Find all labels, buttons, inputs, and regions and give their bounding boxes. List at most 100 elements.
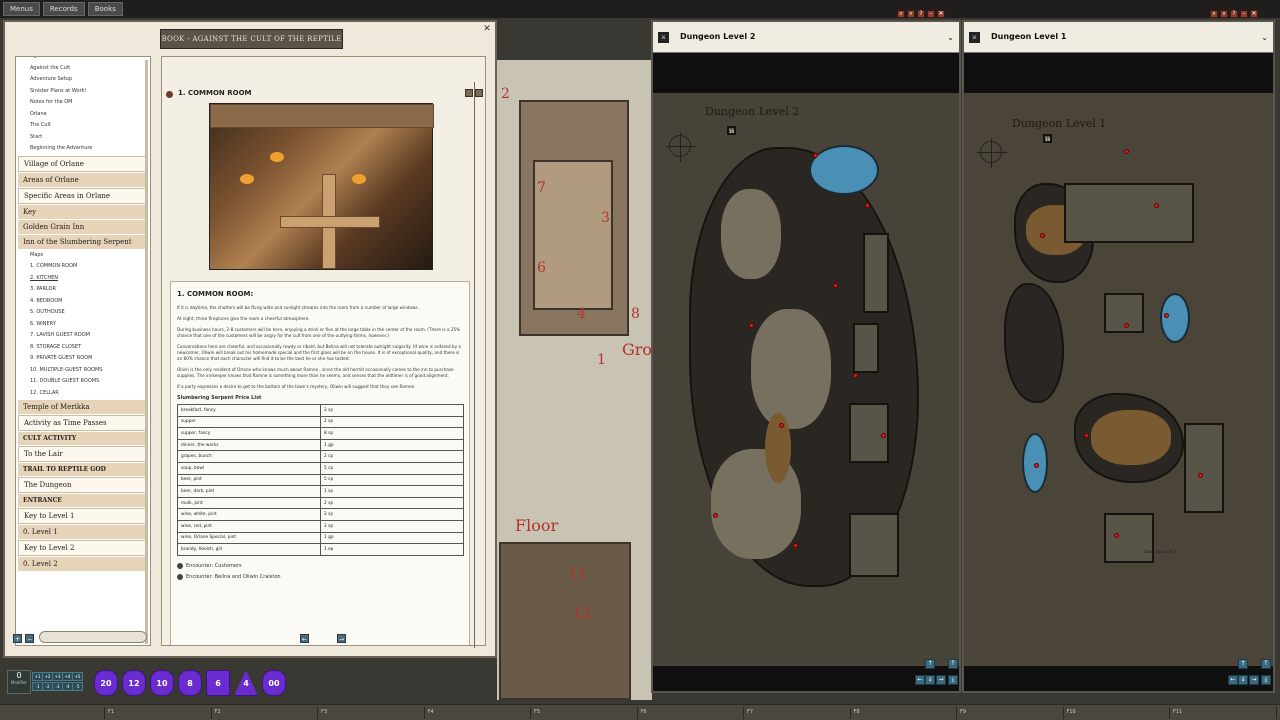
toc-item[interactable]: 11. DOUBLE GUEST ROOMS bbox=[16, 376, 150, 388]
modifier-button[interactable]: -5 bbox=[72, 682, 83, 691]
hotkey-slot[interactable] bbox=[743, 707, 744, 719]
toc-item[interactable]: The Cult bbox=[16, 120, 150, 132]
toc-item[interactable]: TRAIL TO REPTILE GOD bbox=[18, 463, 148, 476]
layer-up-button[interactable]: ⤒ bbox=[1261, 659, 1271, 669]
hotkey-slot[interactable] bbox=[530, 707, 531, 719]
pan-down-button[interactable]: ↓ bbox=[925, 675, 935, 685]
toc-item[interactable]: 10. MULTIPLE-GUEST ROOMS bbox=[16, 365, 150, 377]
toc-item[interactable]: The Dungeon bbox=[18, 477, 148, 493]
hotkey-slot[interactable] bbox=[317, 707, 318, 719]
toc-item[interactable]: To the Lair bbox=[18, 446, 148, 462]
toc-item[interactable]: 6. WINERY bbox=[16, 319, 150, 331]
toc-item[interactable]: Key to Level 2 bbox=[18, 540, 148, 556]
toc-item[interactable]: Specific Areas in Orlane bbox=[18, 187, 148, 204]
dungeon-level-1-map[interactable]: Dungeon Level 1 19 Down to Level 2 bbox=[964, 93, 1273, 666]
next-page-button[interactable]: → bbox=[337, 634, 346, 643]
toc-item[interactable]: Golden Grain Inn bbox=[18, 219, 148, 234]
toc-item[interactable]: Maps bbox=[16, 250, 150, 262]
minimize-icon[interactable]: – bbox=[927, 10, 935, 18]
close-icon[interactable]: ✕ bbox=[482, 24, 492, 34]
toc-item[interactable]: Orlane bbox=[16, 109, 150, 121]
hotkey-slot[interactable] bbox=[1062, 707, 1064, 719]
prev-page-button[interactable]: ← bbox=[300, 634, 309, 643]
help-icon[interactable]: ? bbox=[1230, 10, 1238, 18]
toc-item[interactable]: 1. COMMON ROOM bbox=[16, 261, 150, 273]
toc-item[interactable]: Against the Cult bbox=[16, 63, 150, 75]
hotkey-slot[interactable] bbox=[210, 707, 212, 719]
pan-left-button[interactable]: ← bbox=[1228, 675, 1238, 685]
window-menu-icon[interactable]: ⌄ bbox=[1261, 33, 1268, 42]
d20-die-icon[interactable]: 20 bbox=[94, 670, 118, 696]
toc-item[interactable]: Key to Level 1 bbox=[18, 508, 148, 524]
pan-right-button[interactable]: → bbox=[936, 675, 946, 685]
pan-down-button[interactable]: ↓ bbox=[1238, 675, 1248, 685]
toc-item[interactable]: 7. LAVISH GUEST ROOM bbox=[16, 330, 150, 342]
hotkey-slot[interactable] bbox=[1275, 707, 1277, 719]
toc-item[interactable]: Inn of the Slumbering Serpent bbox=[18, 234, 148, 249]
hotkey-slot[interactable] bbox=[1169, 707, 1170, 719]
d10-die-icon[interactable]: 10 bbox=[150, 670, 174, 696]
close-icon[interactable]: ✕ bbox=[1250, 10, 1258, 18]
toc-search-input[interactable] bbox=[39, 631, 147, 643]
pan-right-button[interactable]: → bbox=[1249, 675, 1259, 685]
window-menu-icon[interactable]: ⌄ bbox=[947, 33, 954, 42]
collapse-all-button[interactable]: − bbox=[25, 634, 34, 643]
modifier-box[interactable]: 0 Modifier bbox=[7, 670, 31, 694]
layer-down-button[interactable]: ⤓ bbox=[1261, 675, 1271, 685]
toc-item[interactable]: 9. PRIVATE GUEST ROOM bbox=[16, 353, 150, 365]
background-map[interactable]: Floor Gro 2 1 3 4 6 7 8 11 12 bbox=[497, 60, 652, 700]
toc-item[interactable]: Village of Orlane bbox=[18, 155, 148, 172]
expand-all-button[interactable]: + bbox=[13, 634, 22, 643]
modifier-button[interactable]: +5 bbox=[72, 672, 83, 681]
books-button[interactable]: Books bbox=[87, 2, 123, 16]
d6-die-icon[interactable]: 6 bbox=[206, 670, 230, 696]
help-icon[interactable]: ? bbox=[917, 10, 925, 18]
records-button[interactable]: Records bbox=[42, 2, 85, 16]
toc-item[interactable]: 5. OUTHOUSE bbox=[16, 307, 150, 319]
hotkey-slot[interactable] bbox=[423, 707, 425, 719]
toc-item[interactable]: 2. KITCHEN bbox=[16, 273, 150, 285]
share-icon[interactable]: ⌕ bbox=[1220, 10, 1228, 18]
minimize-icon[interactable]: – bbox=[1240, 10, 1248, 18]
toc-item[interactable]: Areas of Orlane bbox=[18, 172, 148, 187]
toc-item[interactable]: 0. Level 2 bbox=[18, 557, 148, 571]
toc-item[interactable]: 12. CELLAR bbox=[16, 388, 150, 400]
pan-left-button[interactable]: ← bbox=[915, 675, 925, 685]
hotkey-slot[interactable] bbox=[956, 707, 957, 719]
zoom-in-button[interactable]: ↑ bbox=[925, 659, 935, 669]
search-icon[interactable]: ⌕ bbox=[897, 10, 905, 18]
toc-item[interactable]: CULT ACTIVITY bbox=[18, 432, 148, 445]
toc-item[interactable]: 3. PARLOR bbox=[16, 284, 150, 296]
map-number: 7 bbox=[537, 180, 546, 196]
toc-item[interactable]: Key bbox=[18, 204, 148, 219]
toc-item[interactable]: Sinister Plans at Work! bbox=[16, 86, 150, 98]
toc-item[interactable]: Notes for the DM bbox=[16, 97, 150, 109]
search-icon[interactable]: ⌕ bbox=[1210, 10, 1218, 18]
toc-item[interactable]: Start bbox=[16, 132, 150, 144]
dungeon-level-2-map[interactable]: Dungeon Level 2 10 Up to Level 1 bbox=[653, 93, 959, 666]
toc-item[interactable]: 0. Level 1 bbox=[18, 525, 148, 539]
hotkey-slot[interactable] bbox=[636, 707, 638, 719]
toc-item[interactable]: 4. BEDROOM bbox=[16, 296, 150, 308]
zoom-in-button[interactable]: ↑ bbox=[1238, 659, 1248, 669]
toc-item[interactable]: Temple of Merikka bbox=[18, 400, 148, 414]
menus-button[interactable]: Menus bbox=[3, 2, 40, 16]
dpercent-die-icon[interactable]: 00 bbox=[262, 670, 286, 696]
toc-item[interactable]: ENTRANCE bbox=[18, 494, 148, 507]
layer-down-button[interactable]: ⤓ bbox=[948, 675, 958, 685]
close-icon[interactable]: ✕ bbox=[937, 10, 945, 18]
d8-die-icon[interactable]: 8 bbox=[178, 670, 202, 696]
encounter-link[interactable]: Encounter: Customers bbox=[177, 561, 463, 572]
encounter-link[interactable]: Encounter: Bellna and Oliwin Cralston bbox=[177, 572, 463, 583]
toc-item[interactable]: Activity as Time Passes bbox=[18, 415, 148, 431]
toc-scrollbar[interactable] bbox=[145, 60, 148, 644]
d12-die-icon[interactable]: 12 bbox=[122, 670, 146, 696]
hotkey-slot[interactable] bbox=[104, 707, 105, 719]
toc-item[interactable]: Beginning the Adventure bbox=[16, 143, 150, 155]
share-icon[interactable]: ⌕ bbox=[907, 10, 915, 18]
page-scrollbar[interactable] bbox=[472, 82, 477, 648]
hotkey-slot[interactable] bbox=[849, 707, 851, 719]
toc-item[interactable]: Adventure Setup bbox=[16, 74, 150, 86]
layer-up-button[interactable]: ⤒ bbox=[948, 659, 958, 669]
toc-item[interactable]: 8. STORAGE CLOSET bbox=[16, 342, 150, 354]
